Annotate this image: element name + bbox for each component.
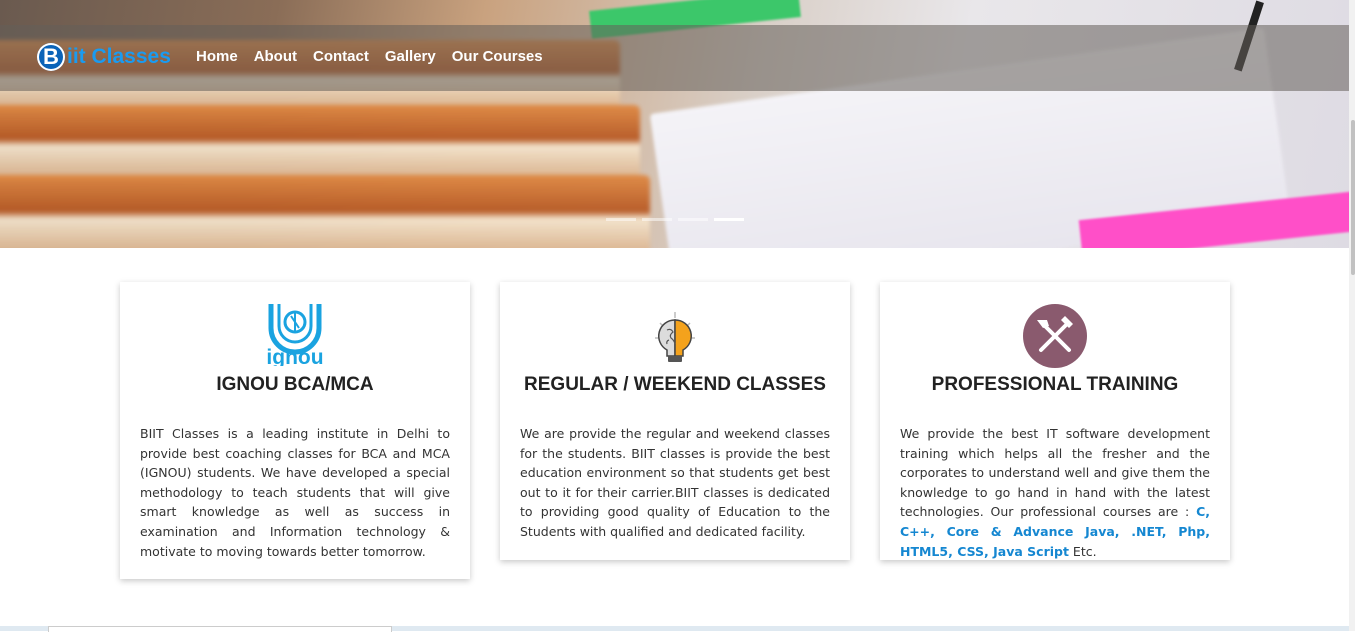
nav-our-courses-link[interactable]: Our Courses — [452, 48, 543, 65]
main-nav: Home About Contact Gallery Our Courses — [196, 48, 543, 65]
nav-gallery-link[interactable]: Gallery — [385, 48, 436, 65]
card-ignou: ignou IGNOU BCA/MCA BIIT Classes is a le… — [120, 282, 470, 579]
tools-icon — [880, 304, 1230, 368]
hero-image-book — [0, 175, 650, 248]
card-text-intro: We provide the best IT software developm… — [900, 426, 1210, 520]
page-scrollbar[interactable] — [1349, 0, 1355, 631]
card-text: We are provide the regular and weekend c… — [520, 426, 830, 539]
carousel-indicator-1[interactable] — [606, 218, 636, 221]
hero-image-book — [0, 105, 640, 180]
card-professional-training: PROFESSIONAL TRAINING We provide the bes… — [880, 282, 1230, 560]
brain-bulb-icon — [500, 310, 850, 366]
card-text: We provide the best IT software developm… — [900, 424, 1210, 561]
carousel-indicator-4[interactable] — [714, 218, 744, 221]
nav-home-link[interactable]: Home — [196, 48, 238, 65]
carousel-indicator-2[interactable] — [642, 218, 672, 221]
card-text-outro: Etc. — [1068, 543, 1097, 559]
next-section-card — [48, 626, 392, 632]
nav-contact-link[interactable]: Contact — [313, 48, 369, 65]
hero-banner: B iit Classes Home About Contact Gallery… — [0, 0, 1349, 248]
brand-name: iit Classes — [67, 45, 171, 68]
ignou-logo-icon: ignou — [120, 302, 470, 366]
carousel-indicator-3[interactable] — [678, 218, 708, 221]
carousel-indicators — [606, 218, 744, 221]
ignou-logo-text: ignou — [266, 346, 323, 366]
brand-logo[interactable]: B iit Classes — [37, 41, 171, 73]
nav-about-link[interactable]: About — [254, 48, 297, 65]
card-title: PROFESSIONAL TRAINING — [931, 374, 1179, 395]
card-title: REGULAR / WEEKEND CLASSES — [524, 374, 826, 395]
card-title: IGNOU BCA/MCA — [216, 374, 374, 395]
card-text: BIIT Classes is a leading institute in D… — [140, 426, 450, 559]
scrollbar-thumb[interactable] — [1351, 120, 1355, 275]
top-navbar: B iit Classes Home About Contact Gallery… — [0, 25, 1349, 91]
logo-icon: B — [37, 43, 65, 71]
card-regular-weekend: REGULAR / WEEKEND CLASSES We are provide… — [500, 282, 850, 560]
